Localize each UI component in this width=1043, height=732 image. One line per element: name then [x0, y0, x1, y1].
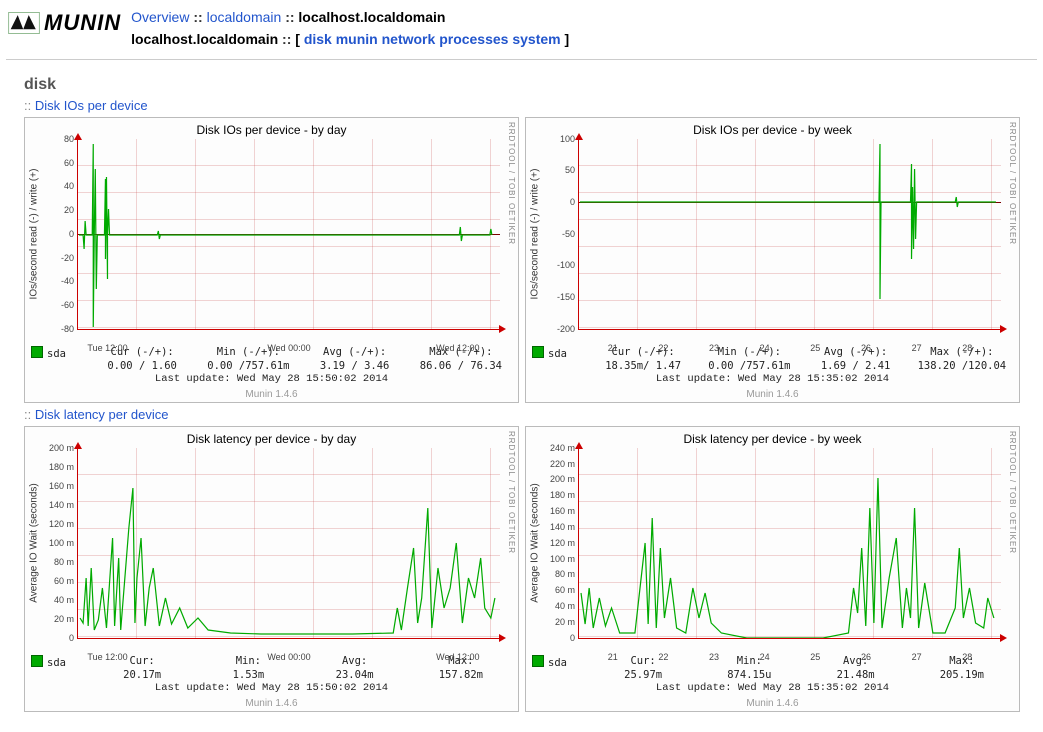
legend: sdaCur (-/+):Min (-/+):Avg (-/+):Max (-/… [532, 346, 1013, 385]
header: MUNIN Overview :: localdomain :: localho… [6, 4, 1037, 60]
munin-version: Munin 1.4.6 [532, 698, 1013, 709]
bc-overview[interactable]: Overview [131, 9, 189, 25]
chart-title: Disk latency per device - by week [532, 432, 1013, 446]
chart-container[interactable]: RRDTOOL / TOBI OETIKERDisk latency per d… [24, 426, 519, 712]
plot-area: Average IO Wait (seconds)200 m180 m160 m… [77, 448, 500, 639]
plot-area: IOs/second read (-) / write (+)100500-50… [578, 139, 1001, 330]
bc-cat-disk[interactable]: disk [304, 31, 332, 47]
y-ticks: 806040200-20-40-60-80 [48, 139, 76, 329]
chart-container[interactable]: RRDTOOL / TOBI OETIKERDisk IOs per devic… [525, 117, 1020, 403]
y-ticks: 240 m220 m200 m180 m160 m140 m120 m100 m… [549, 448, 577, 638]
plot-area: Average IO Wait (seconds)240 m220 m200 m… [578, 448, 1001, 639]
bc-cat-system[interactable]: system [512, 31, 560, 47]
group-label[interactable]: Disk latency per device [24, 407, 1029, 422]
munin-version: Munin 1.4.6 [31, 698, 512, 709]
content: disk Disk IOs per device RRDTOOL / TOBI O… [0, 60, 1043, 732]
y-ticks: 200 m180 m160 m140 m120 m100 m80 m60 m40… [48, 448, 76, 638]
chart-title: Disk IOs per device - by day [31, 123, 512, 137]
legend-swatch [532, 655, 544, 667]
bc-cat-network[interactable]: network [382, 31, 436, 47]
chart-title: Disk IOs per device - by week [532, 123, 1013, 137]
legend: sdaCur:Min:Avg:Max:25.97m874.15u21.48m20… [532, 655, 1013, 694]
chart-row: RRDTOOL / TOBI OETIKERDisk latency per d… [24, 426, 1029, 712]
group-label[interactable]: Disk IOs per device [24, 98, 1029, 113]
chart-container[interactable]: RRDTOOL / TOBI OETIKERDisk IOs per devic… [24, 117, 519, 403]
category-title: disk [24, 76, 1029, 94]
chart-trace [579, 448, 1001, 638]
munin-logo-icon [8, 12, 40, 34]
breadcrumb: Overview :: localdomain :: localhost.loc… [131, 6, 569, 51]
y-ticks: 100500-50-100-150-200 [549, 139, 577, 329]
legend-swatch [31, 655, 43, 667]
bc-host: localhost.localdomain [298, 9, 445, 25]
rrdtool-tag: RRDTOOL / TOBI OETIKER [507, 122, 516, 245]
bc-cat-munin[interactable]: munin [336, 31, 378, 47]
last-update: Last update: Wed May 28 15:35:02 2014 [532, 682, 1013, 694]
munin-version: Munin 1.4.6 [31, 389, 512, 400]
last-update: Last update: Wed May 28 15:50:02 2014 [31, 682, 512, 694]
chart-title: Disk latency per device - by day [31, 432, 512, 446]
bc-cats: disk munin network processes system [304, 31, 561, 47]
chart-row: RRDTOOL / TOBI OETIKERDisk IOs per devic… [24, 117, 1029, 403]
chart-trace [78, 139, 500, 329]
munin-logo: MUNIN [8, 6, 121, 36]
chart-container[interactable]: RRDTOOL / TOBI OETIKERDisk latency per d… [525, 426, 1020, 712]
chart-trace [78, 448, 500, 638]
bc-host2: localhost.localdomain [131, 31, 278, 47]
last-update: Last update: Wed May 28 15:50:02 2014 [31, 373, 512, 385]
chart-trace [579, 139, 1001, 329]
bc-cat-processes[interactable]: processes [439, 31, 508, 47]
last-update: Last update: Wed May 28 15:35:02 2014 [532, 373, 1013, 385]
logo-text: MUNIN [44, 10, 121, 36]
groups: Disk IOs per device RRDTOOL / TOBI OETIKE… [24, 98, 1029, 712]
bc-domain[interactable]: localdomain [207, 9, 282, 25]
legend-swatch [31, 346, 43, 358]
rrdtool-tag: RRDTOOL / TOBI OETIKER [1008, 431, 1017, 554]
rrdtool-tag: RRDTOOL / TOBI OETIKER [1008, 122, 1017, 245]
munin-version: Munin 1.4.6 [532, 389, 1013, 400]
plot-area: IOs/second read (-) / write (+)806040200… [77, 139, 500, 330]
rrdtool-tag: RRDTOOL / TOBI OETIKER [507, 431, 516, 554]
legend-swatch [532, 346, 544, 358]
